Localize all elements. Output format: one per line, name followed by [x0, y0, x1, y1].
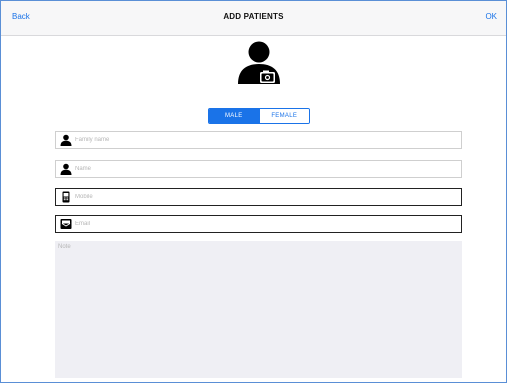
- mobile-input[interactable]: [75, 190, 461, 204]
- email-field-container: [55, 215, 462, 233]
- person-icon: [60, 163, 72, 175]
- person-camera-icon: [238, 41, 280, 84]
- page-title: ADD PATIENTS: [223, 12, 284, 21]
- person-icon: [60, 134, 72, 146]
- family-name-field-container: [55, 131, 462, 149]
- email-input[interactable]: [75, 217, 461, 231]
- mobile-field-container: [55, 188, 462, 206]
- gender-segmented-control: MALE FEMALE: [208, 108, 310, 124]
- avatar-photo-button[interactable]: [235, 39, 285, 85]
- phone-icon: [62, 191, 70, 203]
- gender-male-option[interactable]: MALE: [209, 109, 259, 123]
- mail-icon: [60, 219, 72, 229]
- family-name-input[interactable]: [75, 133, 461, 147]
- screen-frame: Back ADD PATIENTS OK MALE FEMALE: [0, 0, 507, 383]
- name-field-container: [55, 160, 462, 178]
- ok-button[interactable]: OK: [485, 12, 497, 21]
- gender-female-option[interactable]: FEMALE: [258, 109, 309, 123]
- name-input[interactable]: [75, 162, 461, 176]
- navigation-bar: Back ADD PATIENTS OK: [1, 1, 506, 36]
- note-textarea[interactable]: [55, 241, 462, 378]
